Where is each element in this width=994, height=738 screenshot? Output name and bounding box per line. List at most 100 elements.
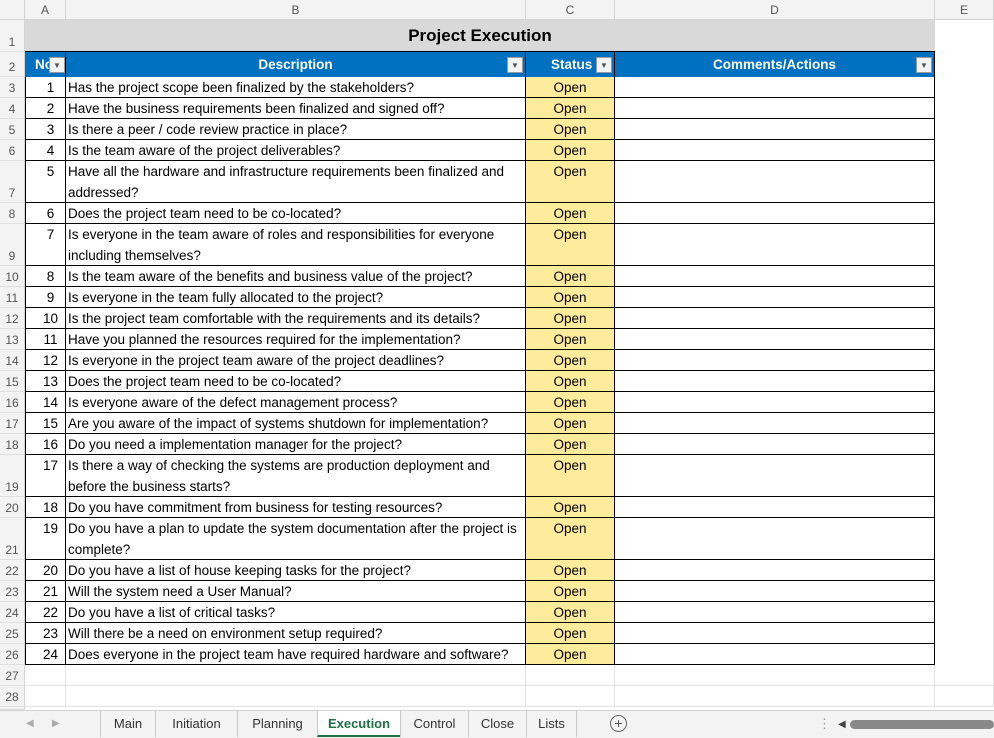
sheet-tab-lists[interactable]: Lists (526, 711, 576, 737)
row-header[interactable]: 10 (0, 266, 25, 287)
column-e-cells[interactable] (935, 20, 994, 707)
cell-comments[interactable] (615, 392, 935, 413)
cell-no[interactable]: 22 (25, 602, 66, 623)
empty-cell[interactable] (66, 686, 526, 707)
cell-status[interactable]: Open (526, 350, 615, 371)
cell-comments[interactable] (615, 413, 935, 434)
sheet-tab-initiation[interactable]: Initiation (155, 711, 237, 737)
row-header[interactable]: 12 (0, 308, 25, 329)
cell-comments[interactable] (615, 560, 935, 581)
cell-description[interactable]: Have you planned the resources required … (66, 329, 526, 350)
cell-no[interactable]: 1 (25, 77, 66, 98)
cell-no[interactable]: 15 (25, 413, 66, 434)
filter-dropdown-icon[interactable]: ▼ (916, 57, 932, 73)
filter-dropdown-icon[interactable]: ▼ (49, 57, 65, 73)
cell-status[interactable]: Open (526, 287, 615, 308)
cell-description[interactable]: Do you have a list of house keeping task… (66, 560, 526, 581)
cell-status[interactable]: Open (526, 623, 615, 644)
row-header[interactable]: 21 (0, 518, 25, 560)
column-header-C[interactable]: C (526, 0, 615, 20)
cell-description[interactable]: Do you have a list of critical tasks? (66, 602, 526, 623)
cell-comments[interactable] (615, 119, 935, 140)
cell-comments[interactable] (615, 329, 935, 350)
cell-status[interactable]: Open (526, 497, 615, 518)
cell-comments[interactable] (615, 497, 935, 518)
cell-no[interactable]: 4 (25, 140, 66, 161)
cell-no[interactable]: 9 (25, 287, 66, 308)
row-header[interactable]: 20 (0, 497, 25, 518)
cell-status[interactable]: Open (526, 581, 615, 602)
cell-comments[interactable] (615, 602, 935, 623)
cell-no[interactable]: 7 (25, 224, 66, 266)
cell-no[interactable]: 3 (25, 119, 66, 140)
cell-no[interactable]: 12 (25, 350, 66, 371)
row-header[interactable]: 14 (0, 350, 25, 371)
row-header[interactable]: 7 (0, 161, 25, 203)
cell-no[interactable]: 21 (25, 581, 66, 602)
cell-description[interactable]: Is the team aware of the benefits and bu… (66, 266, 526, 287)
cell-description[interactable]: Is everyone in the team aware of roles a… (66, 224, 526, 266)
cell-no[interactable]: 2 (25, 98, 66, 119)
cell-status[interactable]: Open (526, 140, 615, 161)
cell-description[interactable]: Have the business requirements been fina… (66, 98, 526, 119)
row-header[interactable]: 11 (0, 287, 25, 308)
cell-comments[interactable] (615, 203, 935, 224)
row-header[interactable]: 22 (0, 560, 25, 581)
cell-comments[interactable] (615, 224, 935, 266)
row-header[interactable]: 18 (0, 434, 25, 455)
row-header[interactable]: 9 (0, 224, 25, 266)
scroll-tabs-left-icon[interactable]: ◀ (26, 711, 34, 737)
cell-comments[interactable] (615, 161, 935, 203)
empty-cell[interactable] (526, 665, 615, 686)
cell-description[interactable]: Is everyone aware of the defect manageme… (66, 392, 526, 413)
cell-comments[interactable] (615, 98, 935, 119)
row-header[interactable]: 27 (0, 665, 25, 686)
cell-comments[interactable] (615, 77, 935, 98)
row-header[interactable]: 4 (0, 98, 25, 119)
cell-status[interactable]: Open (526, 119, 615, 140)
cell-status[interactable]: Open (526, 644, 615, 665)
row-header[interactable]: 19 (0, 455, 25, 497)
cell-status[interactable]: Open (526, 413, 615, 434)
row-header[interactable]: 1 (0, 20, 25, 52)
cell-comments[interactable] (615, 581, 935, 602)
cell-status[interactable]: Open (526, 161, 615, 203)
column-header-E[interactable]: E (935, 0, 994, 20)
cell-description[interactable]: Does the project team need to be co-loca… (66, 371, 526, 392)
cell-no[interactable]: 18 (25, 497, 66, 518)
cell-description[interactable]: Are you aware of the impact of systems s… (66, 413, 526, 434)
cell-status[interactable]: Open (526, 371, 615, 392)
cell-description[interactable]: Does the project team need to be co-loca… (66, 203, 526, 224)
cell-comments[interactable] (615, 350, 935, 371)
cell-no[interactable]: 20 (25, 560, 66, 581)
cell-description[interactable]: Is there a peer / code review practice i… (66, 119, 526, 140)
row-header[interactable]: 15 (0, 371, 25, 392)
cell-description[interactable]: Is the team aware of the project deliver… (66, 140, 526, 161)
column-header-D[interactable]: D (615, 0, 935, 20)
column-header-B[interactable]: B (66, 0, 526, 20)
cell-status[interactable]: Open (526, 308, 615, 329)
cell-description[interactable]: Is everyone in the team fully allocated … (66, 287, 526, 308)
cell-comments[interactable] (615, 140, 935, 161)
filter-dropdown-icon[interactable]: ▼ (596, 57, 612, 73)
cell-no[interactable]: 24 (25, 644, 66, 665)
cell-description[interactable]: Is everyone in the project team aware of… (66, 350, 526, 371)
row-header[interactable]: 13 (0, 329, 25, 350)
row-header[interactable]: 8 (0, 203, 25, 224)
cell-status[interactable]: Open (526, 329, 615, 350)
cell-comments[interactable] (615, 308, 935, 329)
cell-description[interactable]: Have all the hardware and infrastructure… (66, 161, 526, 203)
cell-status[interactable]: Open (526, 518, 615, 560)
cell-status[interactable]: Open (526, 224, 615, 266)
scroll-tabs-right-icon[interactable]: ▶ (52, 711, 60, 737)
cell-description[interactable]: Do you need a implementation manager for… (66, 434, 526, 455)
empty-cell[interactable] (25, 686, 66, 707)
cell-comments[interactable] (615, 371, 935, 392)
row-header[interactable]: 6 (0, 140, 25, 161)
cell-description[interactable]: Will the system need a User Manual? (66, 581, 526, 602)
row-header[interactable]: 26 (0, 644, 25, 665)
cell-no[interactable]: 5 (25, 161, 66, 203)
row-header[interactable]: 2 (0, 52, 25, 77)
cell-description[interactable]: Is there a way of checking the systems a… (66, 455, 526, 497)
add-sheet-icon[interactable]: + (610, 715, 627, 732)
